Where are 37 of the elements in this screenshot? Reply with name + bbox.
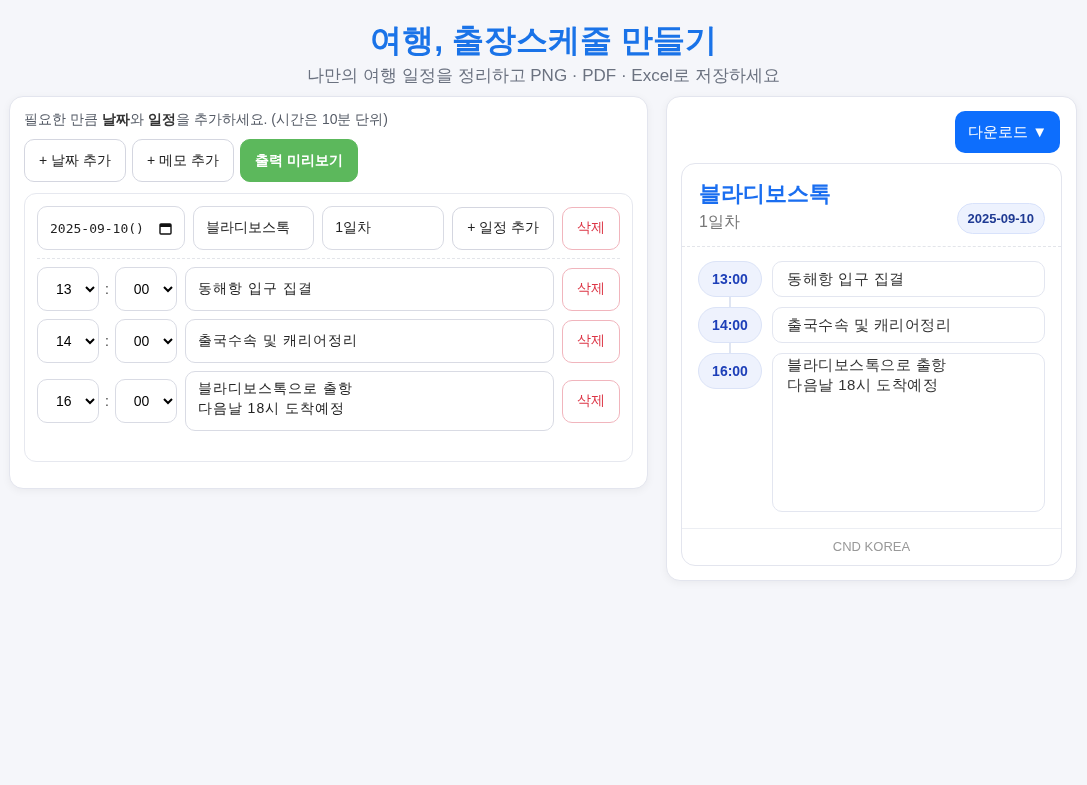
time-select[interactable]: 00 (114, 267, 177, 311)
calendar-icon[interactable] (159, 221, 173, 235)
time-separator: : (104, 333, 109, 349)
day-label-field[interactable]: 1일차 (322, 206, 445, 250)
input-field[interactable]: 출국수속 및 캐리어정리 (184, 319, 554, 363)
time-badge: 13:00 (698, 261, 762, 297)
time-separator: : (104, 393, 109, 409)
add-button[interactable]: + 메모 추가 (131, 139, 234, 182)
delete-button[interactable]: 삭제 (562, 206, 620, 250)
time-separator: : (104, 281, 109, 297)
download-button[interactable]: 다운로드 ▼ (955, 111, 1060, 153)
time-select[interactable]: 13 (37, 267, 99, 311)
page-title: 여행, 출장스케줄 만들기 (370, 21, 717, 60)
instruction-text: 필요한 만큼 날짜와 일정을 추가하세요. (시간은 10분 단위) (24, 110, 390, 129)
card-subtitle: 1일차 (699, 212, 741, 232)
time-select[interactable]: 14 (37, 319, 99, 363)
time-select[interactable]: 16 (37, 379, 99, 423)
schedule-text: 출국수속 및 캐리어정리 (772, 307, 1045, 343)
footer-text: CND KOREA (682, 528, 1061, 565)
schedule-text: 동해항 입구 집결 (772, 261, 1045, 297)
time-badge: 14:00 (698, 307, 762, 343)
time-select[interactable]: 00 (114, 319, 177, 363)
date-field[interactable]: 2025-09-10() (37, 206, 186, 250)
delete-button[interactable]: 삭제 (562, 379, 620, 423)
time-badge: 16:00 (698, 353, 762, 389)
delete-button[interactable]: 삭제 (562, 319, 620, 363)
input-field[interactable]: 동해항 입구 집결 (184, 267, 554, 311)
page-subtitle: 나만의 여행 일정을 정리하고 PNG · PDF · Excel로 저장하세요 (307, 65, 780, 87)
time-select[interactable]: 00 (114, 379, 177, 423)
card-title: 블라디보스톡 (699, 180, 831, 208)
memo-field[interactable]: 블라디보스톡으로 출항 다음날 18시 도착예정 (184, 371, 554, 431)
add-schedule-button[interactable]: + 일정 추가 (452, 206, 554, 250)
schedule-text: 블라디보스톡으로 출항 다음날 18시 도착예정 (772, 353, 1045, 512)
date-badge: 2025-09-10 (956, 203, 1045, 234)
add-button[interactable]: + 날짜 추가 (24, 139, 126, 182)
place-field[interactable]: 블라디보스톡 (193, 206, 315, 250)
delete-button[interactable]: 삭제 (562, 267, 620, 311)
